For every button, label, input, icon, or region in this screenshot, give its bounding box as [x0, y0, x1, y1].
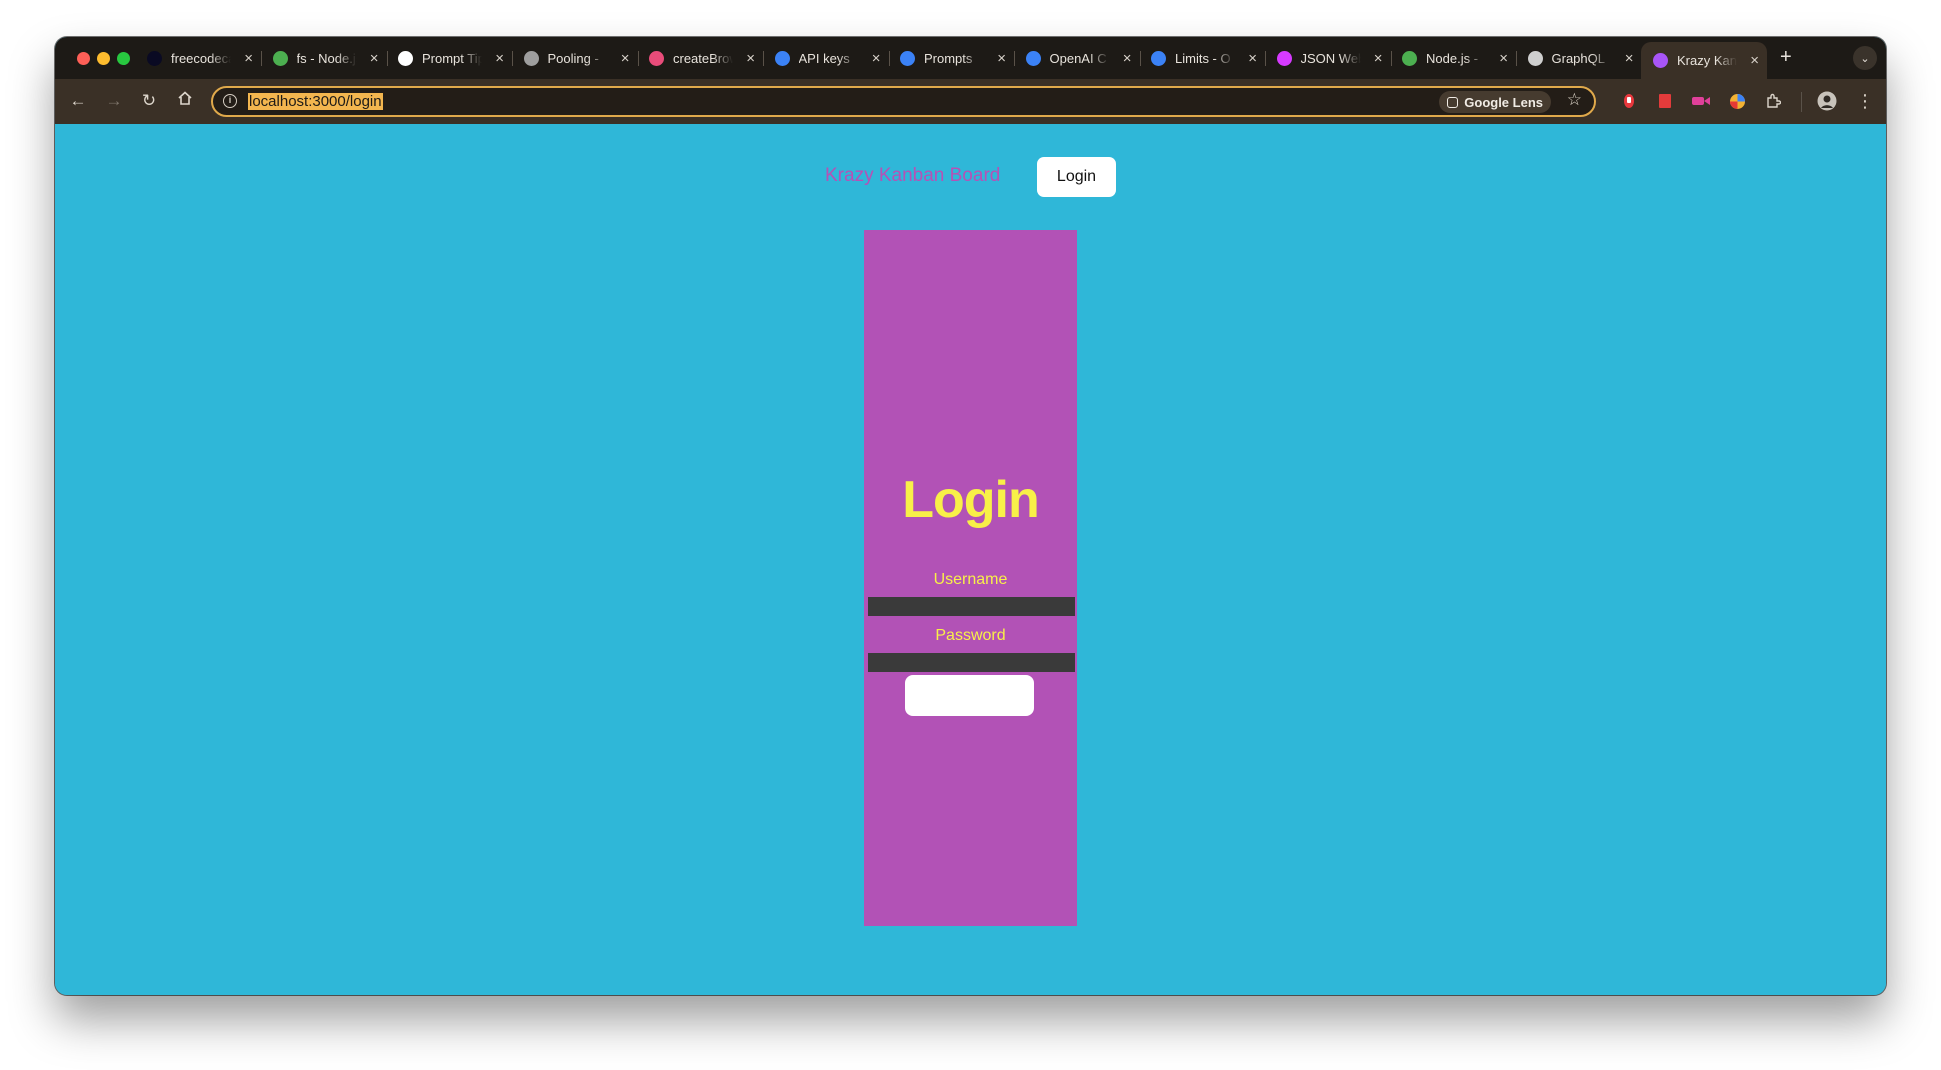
- login-heading: Login: [902, 471, 1040, 529]
- close-window-button[interactable]: [77, 52, 90, 65]
- forward-icon[interactable]: →: [104, 91, 124, 111]
- tab-close-icon[interactable]: ×: [1123, 51, 1132, 66]
- tab-title: Limits - O: [1175, 50, 1231, 66]
- nodejs-icon: [1402, 50, 1417, 66]
- bookmark-star-icon[interactable]: ☆: [1567, 90, 1582, 110]
- extension-book-icon[interactable]: [1655, 91, 1675, 111]
- browser-tab[interactable]: Pooling - ×: [512, 41, 639, 75]
- extension-red-icon[interactable]: [1619, 91, 1639, 111]
- google-lens-button[interactable]: Google Lens: [1439, 91, 1551, 113]
- react-router-icon: [649, 50, 664, 66]
- tab-close-icon[interactable]: ×: [872, 51, 881, 66]
- globe-icon: [523, 50, 539, 66]
- tab-close-icon[interactable]: ×: [1248, 51, 1257, 66]
- app-page: Krazy Kanban Board Login Login Username …: [55, 124, 1886, 995]
- new-tab-icon[interactable]: +: [1780, 47, 1792, 67]
- browser-tab[interactable]: Krazy Kanban ×: [1641, 42, 1767, 79]
- tab-title: Prompt Tips: [422, 50, 482, 66]
- openai-icon: [1151, 50, 1166, 66]
- tab-title: Pooling -: [547, 50, 599, 66]
- tab-close-icon[interactable]: ×: [621, 51, 630, 66]
- back-icon[interactable]: ←: [68, 91, 88, 111]
- tab-close-icon[interactable]: ×: [370, 51, 379, 66]
- tab-title: API keys: [798, 50, 850, 66]
- freecodecamp-icon: [147, 50, 162, 66]
- tab-title: Node.js -: [1426, 50, 1479, 66]
- jwt-icon: [1276, 50, 1292, 66]
- tab-title: Prompts: [924, 50, 973, 66]
- minimize-window-button[interactable]: [97, 52, 110, 65]
- login-form: Login Username Password: [864, 230, 1077, 926]
- browser-tab[interactable]: Node.js - ×: [1390, 41, 1517, 75]
- home-icon[interactable]: [175, 90, 195, 111]
- tab-close-icon[interactable]: ×: [1750, 53, 1759, 68]
- browser-tab[interactable]: JSON Web ×: [1265, 41, 1392, 75]
- tab-title: GraphQL: [1551, 50, 1605, 66]
- browser-tab[interactable]: fs - Node.js ×: [261, 41, 388, 75]
- address-bar[interactable]: i localhost:3000/login Google Lens ☆: [211, 86, 1596, 117]
- reload-icon[interactable]: ↻: [139, 91, 159, 111]
- tab-close-icon[interactable]: ×: [1625, 51, 1634, 66]
- url-text[interactable]: localhost:3000/login: [248, 93, 383, 110]
- tab-close-icon[interactable]: ×: [244, 51, 253, 66]
- apollo-icon: [1527, 50, 1543, 66]
- tab-close-icon[interactable]: ×: [495, 51, 504, 66]
- submit-button[interactable]: [905, 675, 1034, 716]
- lens-icon: [1447, 96, 1459, 108]
- browser-tab[interactable]: freecodecamp ×: [135, 41, 262, 75]
- extension-camera-icon[interactable]: [1691, 91, 1711, 111]
- extensions-puzzle-icon[interactable]: [1763, 91, 1783, 111]
- maximize-window-button[interactable]: [117, 52, 130, 65]
- tab-close-icon[interactable]: ×: [1374, 51, 1383, 66]
- profile-avatar[interactable]: [1817, 91, 1837, 111]
- browser-window: freecodecamp×fs - Node.js×Prompt Tips×Po…: [55, 37, 1886, 995]
- tab-title: freecodecamp: [171, 50, 231, 66]
- tab-title: createBrowser: [673, 50, 733, 66]
- tab-search-icon[interactable]: ⌄: [1853, 46, 1877, 70]
- username-input[interactable]: [868, 597, 1075, 616]
- site-info-icon[interactable]: i: [223, 94, 237, 108]
- tab-title: OpenAI C: [1049, 50, 1107, 66]
- nodejs-icon: [272, 50, 288, 66]
- browser-toolbar: ← → ↻ i localhost:3000/login Google Lens…: [55, 79, 1886, 124]
- browser-tab[interactable]: GraphQL ×: [1516, 41, 1642, 75]
- browser-tab[interactable]: Prompts ×: [888, 41, 1015, 75]
- browser-tab[interactable]: API keys ×: [763, 41, 890, 75]
- tab-title: Krazy Kanban: [1677, 53, 1737, 68]
- browser-tab[interactable]: OpenAI C ×: [1014, 41, 1141, 75]
- brand-title[interactable]: Krazy Kanban Board: [825, 165, 1000, 187]
- openai-icon: [1025, 50, 1041, 66]
- toolbar-separator: [1801, 92, 1802, 112]
- openai-icon: [900, 50, 915, 66]
- tab-close-icon[interactable]: ×: [1499, 51, 1508, 66]
- browser-tab[interactable]: Prompt Tips ×: [386, 41, 513, 75]
- extension-colorful-icon[interactable]: [1727, 91, 1747, 111]
- tab-strip: freecodecamp×fs - Node.js×Prompt Tips×Po…: [55, 37, 1886, 79]
- browser-tab[interactable]: createBrowser ×: [637, 41, 764, 75]
- password-input[interactable]: [868, 653, 1075, 672]
- tab-title: fs - Node.js: [296, 50, 357, 66]
- google-lens-label: Google Lens: [1464, 94, 1543, 110]
- browser-tab[interactable]: Limits - O ×: [1139, 41, 1266, 75]
- tab-close-icon[interactable]: ×: [746, 51, 755, 66]
- username-label: Username: [933, 571, 1008, 588]
- nav-login-button[interactable]: Login: [1037, 157, 1116, 197]
- vite-icon: [1653, 53, 1668, 68]
- tab-close-icon[interactable]: ×: [997, 51, 1006, 66]
- password-label: Password: [935, 627, 1006, 644]
- openai-icon: [774, 50, 790, 66]
- prompt-icon: [398, 50, 413, 66]
- tab-title: JSON Web: [1300, 50, 1361, 66]
- browser-menu-icon[interactable]: ⋮: [1855, 91, 1875, 111]
